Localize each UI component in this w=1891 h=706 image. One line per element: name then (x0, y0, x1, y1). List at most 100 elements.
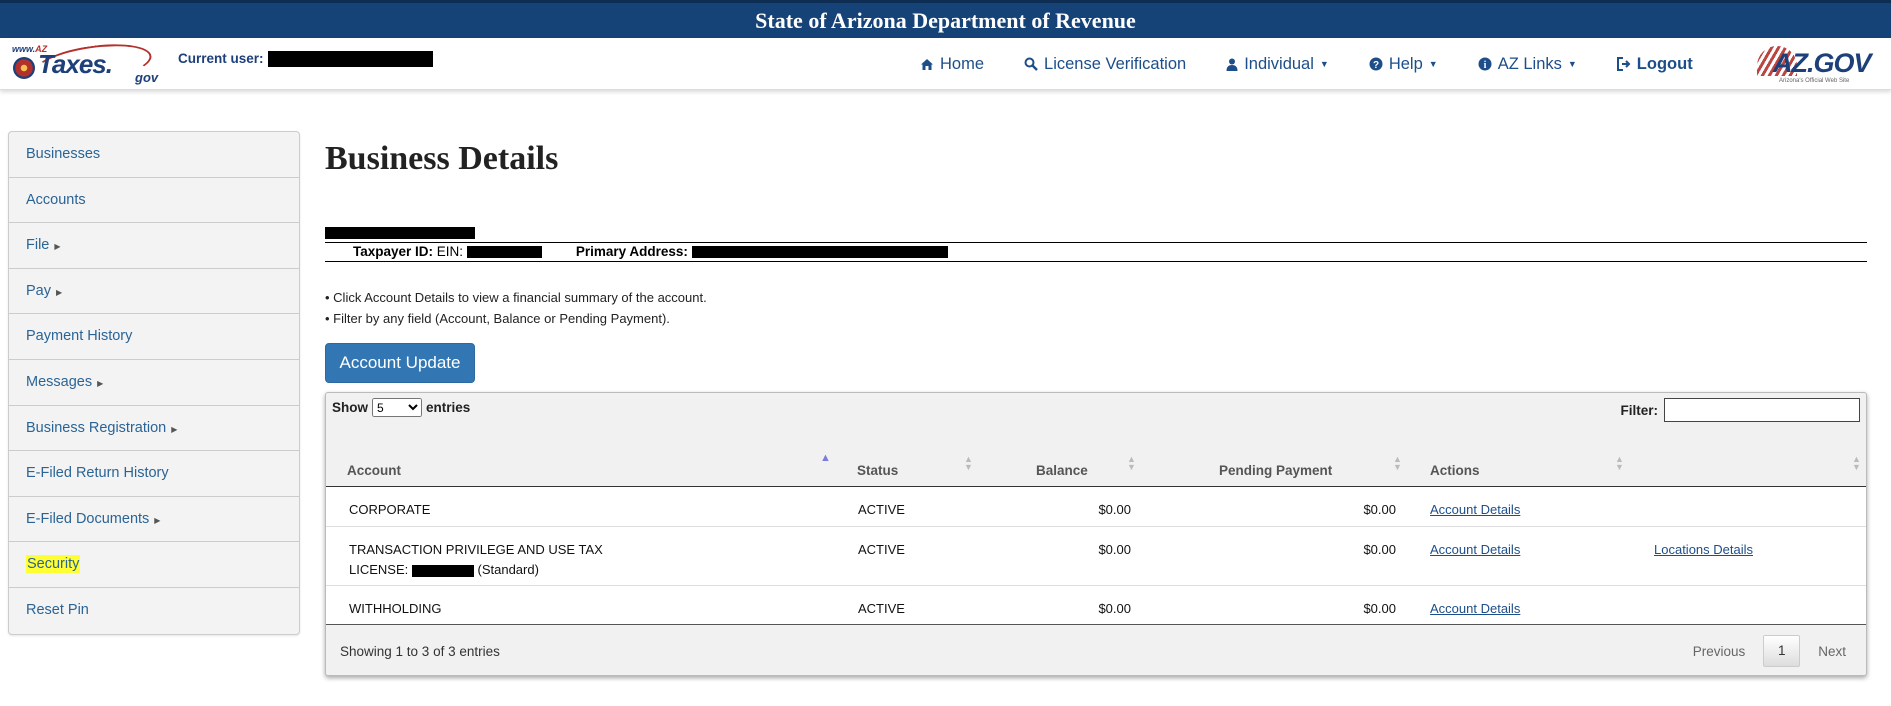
table-body: CORPORATE ACTIVE $0.00 $0.00 Account Det… (326, 487, 1866, 625)
column-header-actions[interactable]: Actions (1430, 463, 1480, 478)
sort-asc-icon[interactable]: ▲ (820, 453, 831, 464)
nav-azlinks-dropdown[interactable]: i AZ Links ▼ (1478, 55, 1577, 74)
caret-right-icon: ▶ (154, 515, 161, 525)
account-update-button[interactable]: Account Update (325, 343, 475, 383)
nav-logout-label: Logout (1636, 54, 1693, 73)
instruction-line: • Click Account Details to view a financ… (325, 290, 707, 305)
nav-home[interactable]: Home (920, 55, 984, 74)
table-row: TRANSACTION PRIVILEGE AND USE TAX LICENS… (326, 527, 1866, 586)
redacted-ein (467, 246, 543, 259)
sidebar-item-businesses[interactable]: Businesses (9, 132, 299, 178)
sidebar-item-file[interactable]: File ▶ (9, 223, 299, 269)
license-line: LICENSE: (Standard) (349, 562, 539, 577)
accounts-table-panel: Show 5 entries Filter: Account ▲ Status … (325, 392, 1867, 676)
ein-label: EIN: (436, 244, 464, 259)
sidebar-item-label: E-Filed Return History (26, 465, 169, 482)
nav-license-verification[interactable]: License Verification (1024, 55, 1186, 74)
taxpayer-info-row: Taxpayer ID: EIN: Primary Address: (325, 242, 1867, 262)
account-details-link[interactable]: Account Details (1430, 540, 1520, 560)
sidebar-item-label: Accounts (26, 191, 86, 208)
cell-pending-payment: $0.00 (1363, 502, 1396, 517)
sidebar-item-label: Messages (26, 373, 93, 390)
aztaxes-logo[interactable]: www.AZ Taxes. gov (10, 37, 160, 91)
state-seal-icon (13, 57, 35, 79)
page-1-button[interactable]: 1 (1763, 635, 1801, 667)
next-page-button[interactable]: Next (1810, 644, 1854, 659)
business-name (325, 224, 1867, 240)
cell-status: ACTIVE (858, 542, 905, 557)
caret-right-icon: ▶ (171, 424, 178, 434)
cell-account: CORPORATE (349, 502, 431, 517)
instruction-line: • Filter by any field (Account, Balance … (325, 310, 670, 326)
nav-logout[interactable]: Logout (1616, 54, 1693, 74)
svg-text:?: ? (1373, 60, 1379, 71)
account-details-link[interactable]: Account Details (1430, 599, 1520, 619)
navbar: www.AZ Taxes. gov Current user: Home Lic… (0, 37, 1891, 91)
column-header-account[interactable]: Account (347, 463, 401, 478)
current-user-label: Current user: (178, 51, 264, 66)
locations-details-link[interactable]: Locations Details (1654, 540, 1753, 560)
sort-icon[interactable]: ▲ ▼ (1615, 455, 1624, 472)
redacted-address (691, 246, 948, 259)
sidebar-item-security[interactable]: Security (9, 542, 299, 588)
column-header-status[interactable]: Status (857, 463, 898, 478)
nav-individual-dropdown[interactable]: Individual ▼ (1226, 55, 1329, 74)
column-header-pending-payment[interactable]: Pending Payment (1219, 463, 1332, 478)
nav-individual-label: Individual (1244, 54, 1314, 73)
sort-icon[interactable]: ▲ ▼ (1852, 455, 1861, 472)
filter-control: Filter: (1620, 398, 1860, 422)
column-header-balance[interactable]: Balance (1036, 463, 1088, 478)
sidebar-item-label: Security (26, 555, 81, 574)
cell-balance: $0.00 (1098, 601, 1131, 616)
sign-out-icon (1616, 57, 1631, 71)
sidebar-item-label: Business Registration (26, 419, 167, 436)
account-details-link[interactable]: Account Details (1430, 500, 1520, 520)
sidebar-item-label: Businesses (26, 146, 101, 162)
taxpayer-id-label: Taxpayer ID: (353, 244, 434, 259)
sidebar-item-label: E-Filed Documents (26, 510, 150, 527)
sidebar-item-payment-history[interactable]: Payment History (9, 314, 299, 360)
account-name: TRANSACTION PRIVILEGE AND USE TAX (349, 542, 603, 557)
cell-balance: $0.00 (1098, 502, 1131, 517)
chevron-down-icon: ▼ (1428, 59, 1438, 69)
sidebar-item-label: Reset Pin (26, 601, 89, 618)
filter-input[interactable] (1664, 398, 1860, 422)
table-footer: Showing 1 to 3 of 3 entries Previous 1 N… (326, 625, 1866, 675)
cell-account: TRANSACTION PRIVILEGE AND USE TAX LICENS… (349, 540, 629, 580)
filter-label: Filter: (1620, 402, 1658, 418)
page-size-select[interactable]: 5 (372, 398, 422, 417)
info-circle-icon: i (1478, 57, 1492, 71)
logo-gov: gov (135, 70, 159, 85)
azgov-logo[interactable]: AZ.GOV Arizona's Official Web Site (1753, 42, 1872, 86)
license-label: LICENSE: (349, 562, 409, 577)
redacted-username (267, 51, 433, 68)
table-header: Account ▲ Status ▲ ▼ Balance ▲ ▼ Pending P… (326, 445, 1866, 487)
primary-address-label: Primary Address: (575, 244, 688, 259)
page-title: Business Details (325, 140, 559, 177)
sidebar-item-efiled-return-history[interactable]: E-Filed Return History (9, 451, 299, 497)
sidebar-item-accounts[interactable]: Accounts (9, 178, 299, 224)
sort-icon[interactable]: ▲ ▼ (1127, 455, 1136, 472)
previous-page-button[interactable]: Previous (1685, 644, 1754, 659)
agency-title-bar: State of Arizona Department of Revenue (0, 0, 1891, 38)
nav-help-label: Help (1388, 54, 1423, 73)
cell-pending-payment: $0.00 (1363, 542, 1396, 557)
sidebar-item-reset-pin[interactable]: Reset Pin (9, 588, 299, 634)
cell-balance: $0.00 (1098, 542, 1131, 557)
main-nav: Home License Verification Individual ▼ ?… (920, 38, 1733, 90)
nav-help-dropdown[interactable]: ? Help ▼ (1369, 55, 1438, 74)
redacted-business-name (325, 226, 475, 239)
sidebar-item-efiled-documents[interactable]: E-Filed Documents ▶ (9, 497, 299, 543)
show-label: Show (332, 400, 368, 415)
redacted-license-number (411, 564, 474, 577)
cell-account: WITHHOLDING (349, 601, 442, 616)
sort-icon[interactable]: ▲ ▼ (964, 455, 973, 472)
entries-label: entries (426, 400, 471, 415)
cell-status: ACTIVE (858, 502, 905, 517)
sort-icon[interactable]: ▲ ▼ (1393, 455, 1402, 472)
sidebar-item-messages[interactable]: Messages ▶ (9, 360, 299, 406)
sidebar-item-pay[interactable]: Pay ▶ (9, 269, 299, 315)
sidebar-item-business-registration[interactable]: Business Registration ▶ (9, 406, 299, 452)
nav-home-label: Home (940, 54, 985, 73)
agency-title: State of Arizona Department of Revenue (755, 8, 1136, 33)
